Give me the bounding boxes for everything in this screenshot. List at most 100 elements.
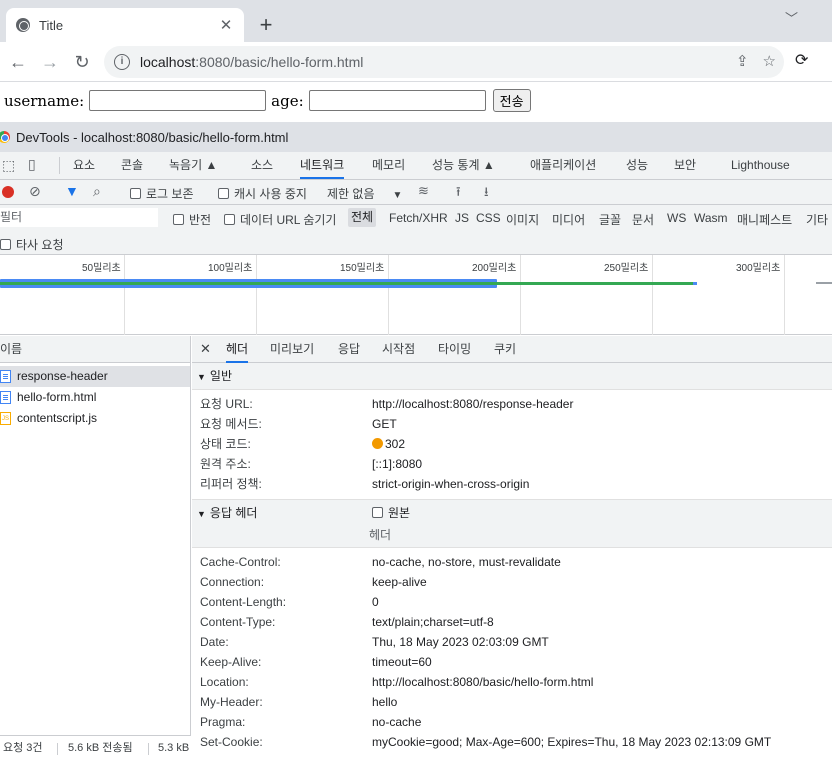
url-host: localhost xyxy=(140,54,196,70)
record-icon[interactable] xyxy=(2,186,14,198)
third-party-checkbox[interactable]: 타사 요청 xyxy=(0,236,64,253)
tab-recorder[interactable]: 녹음기 ▲ xyxy=(169,152,217,179)
timeline-bar-contentscript xyxy=(816,282,832,284)
close-detail-icon[interactable]: ✕ xyxy=(200,336,211,363)
extension-icon[interactable]: ⟳ xyxy=(795,50,808,70)
document-icon xyxy=(0,391,11,404)
response-header-row: Cache-Control: no-cache, no-store, must-r… xyxy=(200,555,561,569)
devtools-title: DevTools - localhost:8080/basic/hello-fo… xyxy=(16,129,289,145)
general-section-header[interactable]: ▼ 일반 xyxy=(192,363,832,390)
tab-timing[interactable]: 타이밍 xyxy=(438,336,471,363)
tab-cookies[interactable]: 쿠키 xyxy=(494,336,516,363)
headers-column-label: 헤더 xyxy=(369,528,392,542)
filter-type-media[interactable]: 미디어 xyxy=(552,211,585,228)
tab-strip: Title ✕ + ﹀ xyxy=(0,0,832,42)
tab-application[interactable]: 애플리케이션 xyxy=(530,152,596,179)
forward-icon[interactable]: → xyxy=(38,50,62,74)
tab-search-icon[interactable]: ﹀ xyxy=(785,8,798,27)
status-dot-icon xyxy=(372,438,383,449)
back-icon[interactable]: ← xyxy=(6,50,30,74)
site-info-icon[interactable]: i xyxy=(114,54,130,70)
detail-tabs: ✕ 헤더 미리보기 응답 시작점 타이밍 쿠키 xyxy=(192,336,832,363)
transferred-size: 5.6 kB 전송됨 xyxy=(68,742,133,754)
filter-type-manifest[interactable]: 매니페스트 xyxy=(737,211,792,228)
username-input[interactable] xyxy=(89,90,267,111)
response-header-row: Keep-Alive: timeout=60 xyxy=(200,655,432,669)
response-headers-section-header[interactable]: ▼ 응답 헤더 원본 헤더 xyxy=(192,500,832,548)
tab-sources[interactable]: 소스 xyxy=(251,152,273,179)
filter-icon[interactable]: ▼ xyxy=(65,183,79,199)
share-icon[interactable]: ⇪ xyxy=(736,52,749,70)
address-bar[interactable]: i localhost:8080/basic/hello-form.html ⇪… xyxy=(104,46,784,78)
request-row[interactable]: hello-form.html xyxy=(0,387,190,408)
request-list: 이름 response-header hello-form.html JS co… xyxy=(0,336,191,761)
browser-tab[interactable]: Title ✕ xyxy=(6,8,244,42)
preserve-log-checkbox[interactable]: 로그 보존 xyxy=(130,185,194,202)
response-header-row: Location: http://localhost:8080/basic/hel… xyxy=(200,675,594,689)
tab-network[interactable]: 네트워크 xyxy=(300,152,345,179)
submit-button[interactable]: 전송 xyxy=(492,89,531,112)
request-count: 요청 3건 xyxy=(3,742,43,754)
resource-size: 5.3 kB xyxy=(158,742,190,754)
filter-type-other[interactable]: 기타 xyxy=(806,211,828,228)
search-icon[interactable]: ⌕ xyxy=(93,183,101,200)
timeline-tick: 50밀리초 xyxy=(82,263,121,274)
filter-type-img[interactable]: 이미지 xyxy=(506,211,539,228)
browser-toolbar: ← → ↻ i localhost:8080/basic/hello-form.… xyxy=(0,42,832,82)
tab-headers[interactable]: 헤더 xyxy=(226,336,249,363)
filter-type-js[interactable]: JS xyxy=(455,211,469,225)
invert-checkbox[interactable]: 반전 xyxy=(173,211,211,228)
response-header-row: Connection: keep-alive xyxy=(200,575,427,589)
filter-type-wasm[interactable]: Wasm xyxy=(694,211,728,225)
filter-type-all[interactable]: 전체 xyxy=(348,208,377,227)
tab-performance[interactable]: 성능 xyxy=(626,152,648,179)
import-har-icon[interactable]: ⭱ xyxy=(456,183,461,205)
tab-response[interactable]: 응답 xyxy=(338,336,360,363)
throttling-select[interactable]: 제한 없음 ▼ xyxy=(327,185,402,202)
request-detail-panel: ✕ 헤더 미리보기 응답 시작점 타이밍 쿠키 ▼ 일반 요청 URL: http:… xyxy=(192,336,832,761)
general-row: 리퍼러 정책: strict-origin-when-cross-origin xyxy=(200,477,530,491)
tab-performance-insights[interactable]: 성능 통계 ▲ xyxy=(432,152,495,179)
hello-form: username: age: 전송 xyxy=(4,89,531,112)
request-row[interactable]: response-header xyxy=(0,366,190,387)
column-header-name[interactable]: 이름 xyxy=(0,336,190,363)
response-header-row: My-Header: hello xyxy=(200,695,398,709)
tab-initiator[interactable]: 시작점 xyxy=(382,336,415,363)
tab-memory[interactable]: 메모리 xyxy=(372,152,405,179)
filter-type-doc[interactable]: 문서 xyxy=(632,211,654,228)
close-tab-icon[interactable]: ✕ xyxy=(216,16,236,34)
age-input[interactable] xyxy=(308,90,486,111)
document-icon xyxy=(0,370,11,383)
new-tab-button[interactable]: + xyxy=(256,12,276,38)
disable-cache-checkbox[interactable]: 캐시 사용 중지 xyxy=(218,185,307,202)
tab-console[interactable]: 콘솔 xyxy=(121,152,143,179)
filter-type-font[interactable]: 글꼴 xyxy=(599,211,621,228)
response-header-row: Pragma: no-cache xyxy=(200,715,422,729)
bookmark-star-icon[interactable]: ☆ xyxy=(763,52,776,70)
timeline-overview[interactable]: 50밀리초 100밀리초 150밀리초 200밀리초 250밀리초 300밀리초 xyxy=(0,255,832,335)
filter-type-ws[interactable]: WS xyxy=(667,211,686,225)
inspect-element-icon[interactable]: ⬚ xyxy=(2,157,15,174)
tab-elements[interactable]: 요소 xyxy=(73,152,95,179)
clear-icon[interactable]: ⊘ xyxy=(29,183,41,200)
general-row: 원격 주소: [::1]:8080 xyxy=(200,457,423,471)
response-header-row: Content-Length: 0 xyxy=(200,595,379,609)
filter-type-fetch-xhr[interactable]: Fetch/XHR xyxy=(389,211,448,225)
devtools-tabs: ⬚ ▯ 요소 콘솔 녹음기 ▲ 소스 네트워크 메모리 성능 통계 ▲ 애플리케… xyxy=(0,152,832,180)
response-header-row: Set-Cookie: myCookie=good; Max-Age=600; E… xyxy=(200,735,772,749)
tab-security[interactable]: 보안 xyxy=(674,152,696,179)
hide-data-urls-checkbox[interactable]: 데이터 URL 숨기기 xyxy=(224,211,336,228)
export-har-icon[interactable]: ⭳ xyxy=(484,183,489,205)
tab-preview[interactable]: 미리보기 xyxy=(270,336,314,363)
script-icon: JS xyxy=(0,412,11,425)
device-toolbar-icon[interactable]: ▯ xyxy=(28,156,36,173)
filter-type-css[interactable]: CSS xyxy=(476,211,501,225)
filter-input[interactable]: 필터 xyxy=(0,208,158,227)
network-conditions-icon[interactable]: ≋ xyxy=(418,183,429,199)
timeline-tick: 200밀리초 xyxy=(472,263,517,274)
timeline-tick: 100밀리초 xyxy=(208,263,253,274)
reload-icon[interactable]: ↻ xyxy=(70,50,94,74)
request-row[interactable]: JS contentscript.js xyxy=(0,408,190,429)
tab-lighthouse[interactable]: Lighthouse xyxy=(731,152,790,179)
third-party-row: 타사 요청 xyxy=(0,231,832,255)
